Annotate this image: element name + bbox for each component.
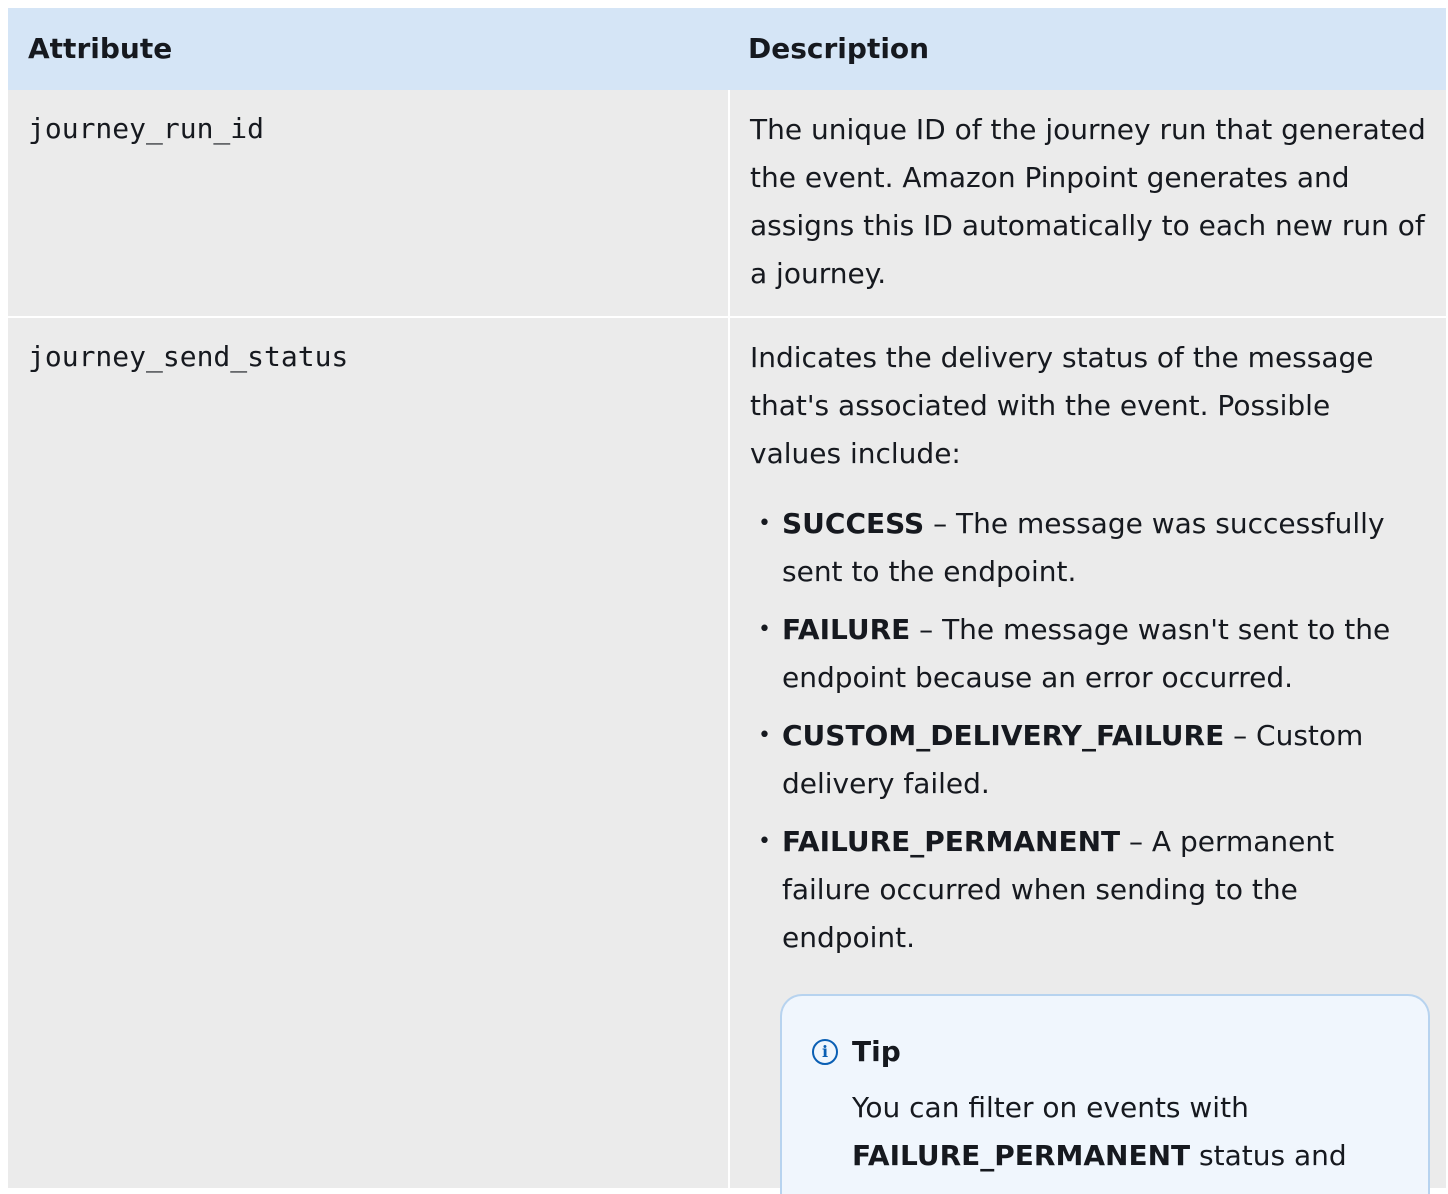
tip-header: i Tip	[812, 1032, 1398, 1072]
header-description: Description	[748, 32, 930, 65]
header-attribute: Attribute	[28, 32, 173, 65]
list-item: • FAILURE – The message wasn't sent to th…	[750, 606, 1428, 702]
status-name: CUSTOM_DELIVERY_FAILURE	[782, 719, 1225, 752]
status-values-list: • SUCCESS – The message was successfully …	[750, 500, 1428, 962]
description-cell: Indicates the delivery status of the mes…	[728, 318, 1446, 1194]
tip-callout: i Tip You can filter on events with FAIL…	[780, 994, 1430, 1194]
info-icon: i	[812, 1039, 838, 1065]
status-name: FAILURE	[782, 613, 911, 646]
list-item: • FAILURE_PERMANENT – A permanent failure…	[750, 818, 1428, 962]
list-item: • SUCCESS – The message was successfully …	[750, 500, 1428, 596]
table-header-row: Attribute Description	[8, 8, 1446, 90]
tip-text-after: status and	[1190, 1139, 1347, 1172]
status-name: FAILURE_PERMANENT	[782, 825, 1121, 858]
list-item: • CUSTOM_DELIVERY_FAILURE – Custom delive…	[750, 712, 1428, 808]
description-text: The unique ID of the journey run that ge…	[750, 113, 1426, 290]
attribute-name: journey_send_status	[28, 340, 349, 373]
bullet-icon: •	[758, 511, 771, 536]
table-row: journey_run_id The unique ID of the jour…	[8, 90, 1446, 316]
tip-bold-status: FAILURE_PERMANENT	[852, 1139, 1191, 1172]
table-row: journey_send_status Indicates the delive…	[8, 318, 1446, 1194]
bullet-icon: •	[758, 829, 771, 854]
bullet-icon: •	[758, 723, 771, 748]
attributes-table: Attribute Description journey_run_id The…	[8, 8, 1446, 1194]
attribute-cell: journey_send_status	[8, 318, 728, 1188]
attribute-cell: journey_run_id	[8, 90, 728, 316]
bullet-icon: •	[758, 617, 771, 642]
status-name: SUCCESS	[782, 507, 925, 540]
description-cell: The unique ID of the journey run that ge…	[728, 90, 1446, 316]
tip-body: You can filter on events with FAILURE_PE…	[852, 1084, 1398, 1180]
tip-title: Tip	[852, 1035, 901, 1068]
tip-text-before: You can filter on events with	[852, 1091, 1249, 1124]
description-text: Indicates the delivery status of the mes…	[750, 341, 1374, 470]
attribute-name: journey_run_id	[28, 112, 265, 145]
